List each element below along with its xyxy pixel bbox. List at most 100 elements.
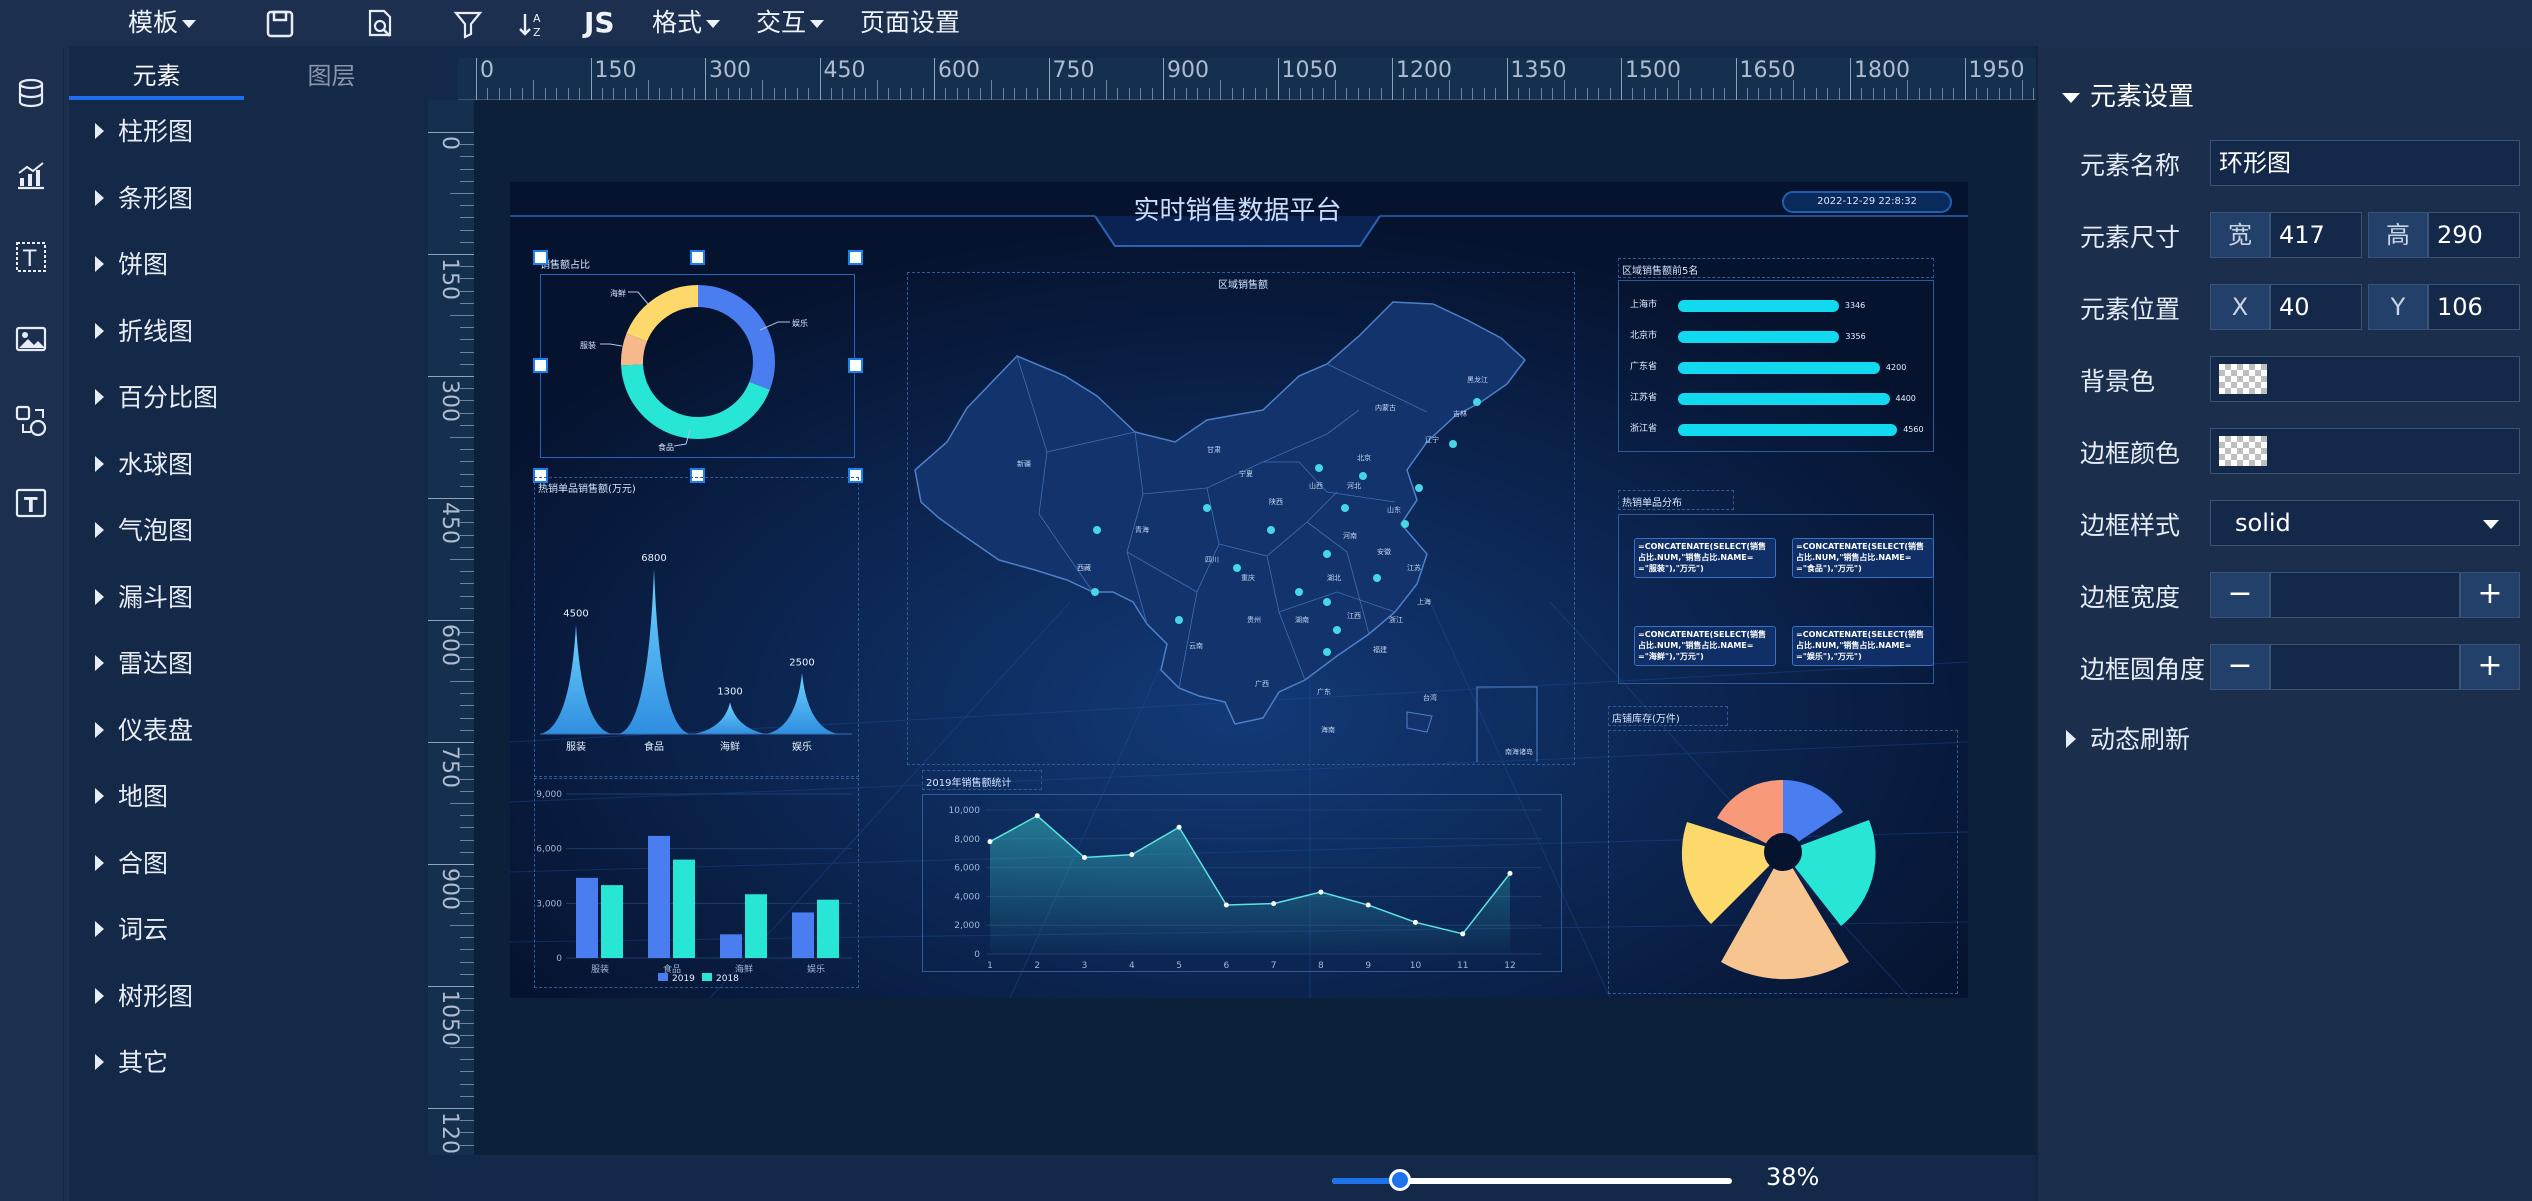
ruler-minor-tick <box>1094 88 1096 100</box>
peak-1 <box>540 624 612 734</box>
page-settings-button[interactable]: 页面设置 <box>860 0 960 46</box>
element-item[interactable]: 饼图 <box>95 245 168 285</box>
ruler-minor-tick <box>460 363 474 365</box>
border-width-input[interactable] <box>2270 572 2460 618</box>
hot-product-card[interactable]: =CONCATENATE(SELECT(销售占比.NUM,"销售占比.NAME=… <box>1792 626 1934 666</box>
report-canvas[interactable]: 实时销售数据平台 2022-12-29 22:8:32 销售额占比 娱乐 服装 … <box>510 182 1968 998</box>
hot-product-card[interactable]: =CONCATENATE(SELECT(销售占比.NUM,"销售占比.NAME=… <box>1792 538 1934 578</box>
format-menu[interactable]: 格式 <box>652 0 721 46</box>
legend-swatch <box>658 973 668 981</box>
ruler-label: 450 <box>437 502 462 544</box>
ruler-minor-tick <box>460 949 474 951</box>
tab-elements[interactable]: 元素 <box>69 56 244 100</box>
tab-layers[interactable]: 图层 <box>244 56 419 100</box>
dynamic-refresh-section[interactable]: 动态刷新 <box>2066 720 2190 756</box>
ruler-minor-tick <box>460 656 474 658</box>
textbox-icon[interactable]: T <box>14 486 48 520</box>
resize-handle-n[interactable] <box>690 250 705 265</box>
ruler-minor-tick <box>1804 88 1806 100</box>
ruler-minor-tick <box>1953 88 1955 100</box>
caret-right-icon <box>95 522 104 538</box>
element-name-input[interactable]: 环形图 <box>2210 140 2520 186</box>
ruler-minor-tick <box>1552 88 1554 100</box>
ranking-bar <box>1678 300 1839 312</box>
border-color-picker[interactable] <box>2210 428 2520 474</box>
save-icon[interactable] <box>264 8 296 40</box>
ruler-minor-tick <box>460 302 474 304</box>
element-item[interactable]: 地图 <box>95 777 168 817</box>
ranking-name: 浙江省 <box>1630 424 1658 434</box>
line-point <box>1460 931 1466 937</box>
hot-product-card[interactable]: =CONCATENATE(SELECT(销售占比.NUM,"销售占比.NAME=… <box>1634 538 1776 578</box>
resize-handle-e[interactable] <box>848 358 863 373</box>
database-icon[interactable] <box>14 76 48 110</box>
filter-icon[interactable] <box>452 8 484 40</box>
ranking-name: 北京市 <box>1630 331 1658 341</box>
chart-icon[interactable] <box>14 158 48 192</box>
element-item[interactable]: 柱形图 <box>95 112 193 152</box>
caret-right-icon <box>95 854 104 871</box>
peak-4 <box>766 673 838 734</box>
border-width-decrement[interactable]: − <box>2210 572 2270 618</box>
js-button[interactable]: JS <box>584 0 615 46</box>
ruler-tick <box>428 132 474 133</box>
ruler-minor-tick <box>1792 80 1794 100</box>
x-input[interactable]: 40 <box>2270 284 2362 330</box>
height-input[interactable]: 290 <box>2428 212 2520 258</box>
component-icon[interactable] <box>14 404 48 438</box>
ruler-minor-tick <box>1059 88 1061 100</box>
line-xtick: 5 <box>1176 961 1182 971</box>
border-radius-input[interactable] <box>2270 644 2460 690</box>
ruler-minor-tick <box>1758 88 1760 100</box>
ruler-minor-tick <box>613 88 615 100</box>
province-label: 湖北 <box>1327 573 1341 582</box>
text-icon[interactable]: T <box>14 240 48 274</box>
ruler-minor-tick <box>1403 88 1405 100</box>
design-area: 0 150 300 450 600 750 900 1050 1200 1350 1500 1650 1… <box>428 46 2069 1201</box>
image-icon[interactable] <box>14 322 48 356</box>
resize-handle-w[interactable] <box>533 358 548 373</box>
resize-handle-nw[interactable] <box>533 250 548 265</box>
hot-product-card[interactable]: =CONCATENATE(SELECT(销售占比.NUM,"销售占比.NAME=… <box>1634 626 1776 666</box>
border-radius-decrement[interactable]: − <box>2210 644 2270 690</box>
template-menu[interactable]: 模板 <box>128 0 197 46</box>
ruler-minor-tick <box>853 88 855 100</box>
element-item[interactable]: 折线图 <box>95 312 193 352</box>
ranking-name: 上海市 <box>1630 300 1658 310</box>
ruler-minor-tick <box>460 900 474 902</box>
border-width-increment[interactable]: + <box>2460 572 2520 618</box>
element-settings-title: 元素设置 <box>2090 82 2195 112</box>
line-point <box>1176 824 1182 830</box>
bar-ytick: 0 <box>556 954 562 964</box>
ruler-minor-tick <box>1426 88 1428 100</box>
border-radius-increment[interactable]: + <box>2460 644 2520 690</box>
element-item[interactable]: 词云 <box>95 910 168 950</box>
element-item[interactable]: 漏斗图 <box>95 578 193 618</box>
province-label: 山东 <box>1387 505 1401 514</box>
element-item[interactable]: 条形图 <box>95 179 193 219</box>
preview-icon[interactable] <box>364 8 396 40</box>
element-item[interactable]: 仪表盘 <box>95 711 193 751</box>
element-item[interactable]: 合图 <box>95 844 168 884</box>
y-input[interactable]: 106 <box>2428 284 2520 330</box>
ruler-minor-tick <box>624 88 626 100</box>
ruler-tick <box>705 58 706 100</box>
background-color-picker[interactable] <box>2210 356 2520 402</box>
element-item[interactable]: 气泡图 <box>95 511 193 551</box>
border-style-select[interactable]: solid <box>2210 500 2520 546</box>
ruler-minor-tick <box>460 815 474 817</box>
sort-icon[interactable]: AZ <box>516 8 548 40</box>
element-item[interactable]: 百分比图 <box>95 378 218 418</box>
element-item[interactable]: 水球图 <box>95 445 193 485</box>
element-item[interactable]: 树形图 <box>95 977 193 1017</box>
ruler-minor-tick <box>1678 80 1680 100</box>
element-item[interactable]: 雷达图 <box>95 644 193 684</box>
zoom-slider-handle[interactable] <box>1389 1169 1411 1191</box>
interact-menu[interactable]: 交互 <box>756 0 825 46</box>
province-label: 内蒙古 <box>1375 403 1396 412</box>
resize-handle-ne[interactable] <box>848 250 863 265</box>
ruler-label: 1950 <box>1968 58 2025 83</box>
element-settings-header[interactable]: 元素设置 <box>2062 76 2194 113</box>
width-input[interactable]: 417 <box>2270 212 2362 258</box>
element-item[interactable]: 其它 <box>95 1043 168 1083</box>
